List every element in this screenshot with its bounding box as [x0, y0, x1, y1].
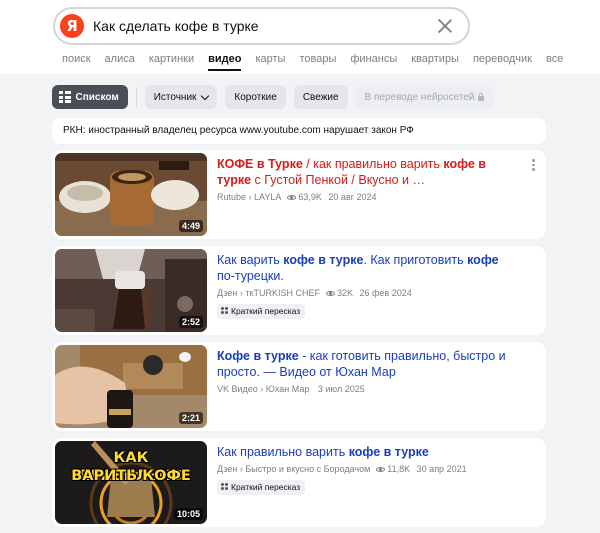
neuro-translation-button[interactable]: В переводе нейросетей — [355, 85, 494, 109]
summary-button[interactable]: Краткий пересказ — [217, 480, 306, 495]
search-box[interactable]: Я Как сделать кофе в турке — [53, 7, 470, 45]
video-title-link[interactable]: КОФЕ в Турке / как правильно варить кофе… — [217, 156, 517, 188]
view-count: 63,9K — [298, 192, 322, 202]
tab-alice[interactable]: алиса — [105, 53, 135, 65]
video-meta: VK Видео › Юхан Мар 3 июл 2025 — [217, 384, 365, 394]
tab-maps[interactable]: карты — [255, 53, 285, 65]
video-meta: Rutube › LAYLA 63,9K 20 авг 2024 — [217, 192, 377, 202]
video-result[interactable]: 2:52 Как варить кофе в турке. Как пригот… — [52, 246, 546, 335]
duration-badge: 2:21 — [178, 412, 203, 424]
more-options-icon[interactable] — [532, 159, 535, 173]
video-title-link[interactable]: Как правильно варить кофе в турке — [217, 444, 517, 460]
eye-icon — [325, 291, 335, 296]
short-filter-button[interactable]: Короткие — [225, 85, 286, 109]
tab-search[interactable]: поиск — [62, 53, 91, 65]
summary-label: Краткий пересказ — [231, 482, 301, 492]
video-source[interactable]: Дзен › Быстро и вкусно с Бородачом — [217, 464, 370, 474]
eye-icon — [376, 467, 386, 472]
view-count: 11,8K — [387, 464, 411, 474]
tab-finance[interactable]: финансы — [350, 53, 397, 65]
publish-date: 20 авг 2024 — [328, 192, 377, 202]
thumbnail-caption-line-2: ВАРИТЬ КОФЕ — [71, 468, 191, 484]
tab-images[interactable]: картинки — [149, 53, 194, 65]
video-result[interactable]: 4:49 КОФЕ в Турке / как правильно варить… — [52, 150, 546, 239]
summary-button[interactable]: Краткий пересказ — [217, 304, 306, 319]
video-title-link[interactable]: Кофе в турке - как готовить правильно, б… — [217, 348, 517, 380]
video-meta: Дзен › ткTURKISH CHEF 32K 26 фев 2024 — [217, 288, 412, 298]
video-thumbnail[interactable]: КАК ПРАВИЛЬНО ВАРИТЬ КОФЕ 10:05 — [55, 441, 207, 524]
duration-badge: 2:52 — [178, 316, 203, 328]
list-view-label: Списком — [75, 91, 119, 103]
fresh-filter-button[interactable]: Свежие — [293, 85, 348, 109]
duration-badge: 10:05 — [173, 508, 203, 520]
source-dropdown[interactable]: Источник — [144, 85, 218, 109]
video-thumbnail[interactable]: 2:21 — [55, 345, 207, 428]
tab-video[interactable]: видео — [208, 53, 242, 71]
tab-translator[interactable]: переводчик — [473, 53, 532, 65]
search-input[interactable]: Как сделать кофе в турке — [93, 18, 259, 34]
filters-divider — [135, 87, 137, 107]
summary-label: Краткий пересказ — [231, 306, 301, 316]
neuro-translation-label: В переводе нейросетей — [364, 91, 475, 103]
header: Я Как сделать кофе в турке поиск алиса к… — [0, 0, 600, 74]
video-thumbnail[interactable]: 2:52 — [55, 249, 207, 332]
video-source[interactable]: Дзен › ткTURKISH CHEF — [217, 288, 320, 298]
yandex-logo-icon[interactable]: Я — [60, 14, 84, 38]
list-view-button[interactable]: Списком — [52, 85, 128, 109]
video-title-link[interactable]: Как варить кофе в турке. Как приготовить… — [217, 252, 517, 284]
video-source[interactable]: Rutube › LAYLA — [217, 192, 281, 202]
summary-icon — [221, 483, 228, 490]
source-label: Источник — [153, 91, 197, 103]
video-source[interactable]: VK Видео › Юхан Мар — [217, 384, 309, 394]
rkn-notice: РКН: иностранный владелец ресурса www.yo… — [52, 118, 546, 144]
video-result[interactable]: 2:21 Кофе в турке - как готовить правиль… — [52, 342, 546, 431]
tab-all[interactable]: все — [546, 53, 563, 65]
list-view-icon — [59, 91, 71, 103]
view-count: 32K — [336, 288, 353, 298]
eye-icon — [287, 195, 297, 200]
tab-products[interactable]: товары — [299, 53, 336, 65]
tab-apartments[interactable]: квартиры — [411, 53, 459, 65]
search-verticals-nav: поиск алиса картинки видео карты товары … — [62, 53, 577, 71]
publish-date: 30 апр 2021 — [416, 464, 467, 474]
video-thumbnail[interactable]: 4:49 — [55, 153, 207, 236]
summary-icon — [221, 307, 228, 314]
publish-date: 26 фев 2024 — [359, 288, 412, 298]
video-result[interactable]: КАК ПРАВИЛЬНО ВАРИТЬ КОФЕ 10:05 Как прав… — [52, 438, 546, 527]
filters-bar: Списком Источник Короткие Свежие В перев… — [52, 85, 501, 109]
clear-icon[interactable] — [434, 15, 456, 37]
publish-date: 3 июл 2025 — [317, 384, 365, 394]
video-meta: Дзен › Быстро и вкусно с Бородачом 11,8K … — [217, 464, 467, 474]
chevron-down-icon — [201, 91, 210, 100]
lock-icon — [478, 92, 485, 101]
duration-badge: 4:49 — [178, 220, 203, 232]
